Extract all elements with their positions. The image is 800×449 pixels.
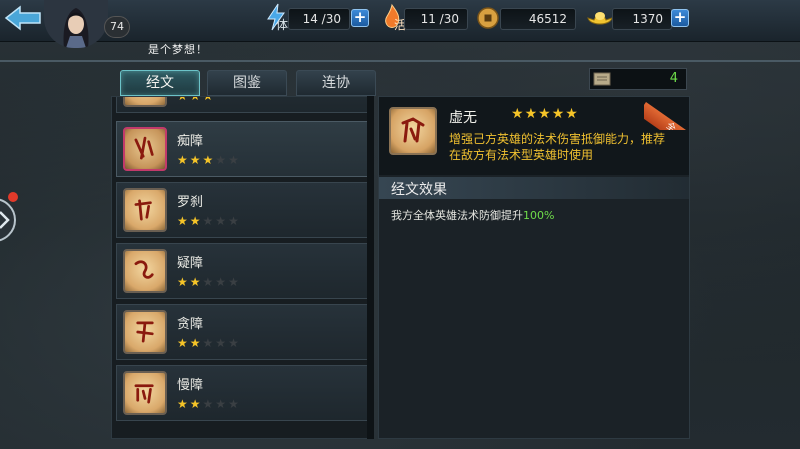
add-stamina-button[interactable]: + (351, 9, 369, 27)
star-empty-icon: ★ (215, 336, 229, 350)
list-item[interactable]: 慢障 ★★★★★ (116, 365, 371, 421)
scrolling-announcement: 是个梦想！ (148, 43, 208, 56)
star-empty-icon: ★ (202, 336, 216, 350)
list-item[interactable]: 疑障 ★★★★★ (116, 243, 371, 299)
effect-value: 100% (523, 209, 555, 222)
detail-panel: 虚无 ★★★★★ 增强己方英雄的法术伤害抵御能力，推荐在敌方有法术型英雄时使用 … (378, 96, 690, 439)
item-name: 贪障 (177, 317, 204, 332)
star-empty-icon: ★ (202, 275, 216, 289)
scripture-rune-icon (123, 249, 167, 293)
hero-portrait-icon (44, 0, 108, 48)
coins-value: 46512 (500, 8, 576, 30)
item-stars: ★★★★★ (177, 275, 241, 289)
scripture-icon (123, 97, 167, 107)
scripture-list[interactable]: ★★★ 痴障 ★★★★★ 罗刹 ★★★★★ 疑障 ★★★★★ 贪障 ★★★★★ 慢障 ★★★★★ (111, 96, 374, 439)
star-filled-icon: ★ (511, 106, 525, 122)
star-filled-icon: ★ (177, 275, 190, 289)
effect-title-bar: 经文效果 (379, 177, 689, 199)
star-empty-icon: ★ (215, 153, 229, 167)
scripture-rune-icon (123, 188, 167, 232)
star-empty-icon: ★ (202, 214, 216, 228)
item-name: 痴障 (177, 134, 204, 149)
star-filled-icon: ★ (177, 153, 190, 167)
item-stars: ★★★★★ (177, 397, 241, 411)
star-empty-icon: ★ (228, 214, 241, 228)
item-name: 疑障 (177, 256, 204, 271)
copper-coin-icon (477, 7, 499, 29)
star-filled-icon: ★ (189, 275, 203, 289)
star-filled-icon: ★ (177, 397, 190, 411)
item-stars: ★★★★★ (177, 336, 241, 350)
list-item[interactable]: 贪障 ★★★★★ (116, 304, 371, 360)
star-empty-icon: ★ (202, 397, 216, 411)
star-filled-icon: ★ (189, 214, 203, 228)
scripture-rune-icon (123, 310, 167, 354)
star-empty-icon: ★ (215, 397, 229, 411)
item-stars: ★★★★★ (177, 214, 241, 228)
tab-scriptures[interactable]: 经文 (120, 70, 200, 96)
item-name: 慢障 (177, 378, 204, 393)
add-ingots-button[interactable]: + (671, 9, 689, 27)
scripture-rune-icon (123, 371, 167, 415)
detail-description: 增强己方英雄的法术伤害抵御能力，推荐在敌方有法术型英雄时使用 (449, 132, 666, 162)
star-filled-icon: ★ (177, 336, 190, 350)
star-filled-icon: ★ (189, 397, 203, 411)
stamina-label: 体 (276, 18, 289, 32)
item-stars: ★★★★★ (177, 153, 241, 167)
star-filled-icon: ★ (202, 153, 216, 167)
list-item-partial[interactable]: ★★★ (116, 96, 371, 113)
player-level-badge: 74 (104, 16, 130, 38)
list-item[interactable]: 痴障 ★★★★★ (116, 121, 371, 177)
effect-text: 我方全体英雄法术防御提升100% (391, 207, 554, 223)
scripture-rune-icon (123, 127, 167, 171)
top-bar: 74 体 14 /30 + 活 11 /30 46512 1370 + (0, 0, 800, 48)
gold-ingot-icon (587, 12, 613, 25)
scroll-icon (593, 72, 611, 86)
star-filled-icon: ★ (189, 336, 203, 350)
tab-codex[interactable]: 图鉴 (207, 70, 287, 96)
star-empty-icon: ★ (215, 214, 229, 228)
star-filled-icon: ★ (538, 106, 552, 122)
star-filled-icon: ★ (565, 106, 579, 122)
stamina-value: 14 /30 (288, 8, 350, 30)
star-filled-icon: ★ (524, 106, 539, 122)
item-name: 罗刹 (177, 195, 204, 210)
detail-header: 虚无 ★★★★★ 增强己方英雄的法术伤害抵御能力，推荐在敌方有法术型英雄时使用 … (379, 96, 690, 175)
item-stars: ★★★ (177, 96, 216, 103)
back-button[interactable] (4, 4, 44, 32)
star-empty-icon: ★ (228, 275, 241, 289)
ingots-value: 1370 (612, 8, 672, 30)
notification-dot (8, 192, 18, 202)
star-empty-icon: ★ (228, 153, 241, 167)
corner-ribbon: 全 (644, 96, 690, 130)
scripture-rune-icon (389, 107, 437, 155)
star-empty-icon: ★ (215, 275, 229, 289)
back-arrow-icon (4, 5, 41, 31)
effect-description: 我方全体英雄法术防御提升 (391, 209, 523, 222)
star-filled-icon: ★ (177, 214, 190, 228)
scroll-count-value: 4 (669, 71, 678, 86)
vitality-value: 11 /30 (404, 8, 468, 30)
detail-name: 虚无 (449, 110, 477, 126)
detail-stars: ★★★★★ (511, 106, 579, 122)
corner-badge: 全 (644, 102, 690, 130)
side-expand-button[interactable] (0, 198, 16, 242)
chevron-right-icon (0, 211, 10, 229)
list-scrollbar[interactable] (367, 96, 374, 439)
star-empty-icon: ★ (228, 397, 241, 411)
star-filled-icon: ★ (189, 153, 203, 167)
scroll-count-box: 4 (589, 68, 687, 90)
tab-synergy[interactable]: 连协 (296, 70, 376, 96)
star-filled-icon: ★ (551, 106, 566, 122)
list-item[interactable]: 罗刹 ★★★★★ (116, 182, 371, 238)
player-avatar[interactable] (44, 0, 108, 48)
effect-title: 经文效果 (391, 182, 447, 198)
star-empty-icon: ★ (228, 336, 241, 350)
